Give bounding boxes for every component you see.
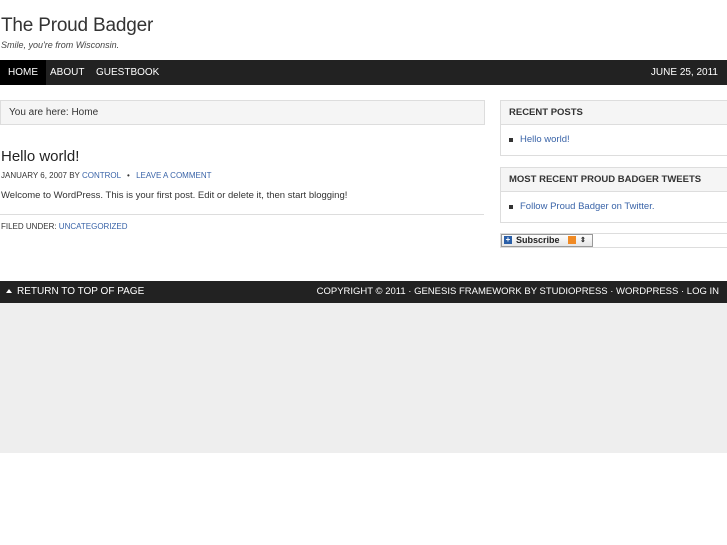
nav-item-home[interactable]: HOME: [0, 60, 46, 85]
post-author-link[interactable]: CONTROL: [82, 171, 121, 180]
post-meta: JANUARY 6, 2007 BY CONTROL • LEAVE A COM…: [1, 171, 212, 180]
bullet-square-icon: [509, 205, 513, 209]
recent-posts-widget: RECENT POSTS Hello world!: [500, 100, 727, 156]
tweets-title: MOST RECENT PROUD BADGER TWEETS: [501, 168, 727, 192]
subscribe-button[interactable]: + Subscribe ⇕: [501, 234, 593, 247]
subscribe-label: Subscribe: [516, 235, 560, 245]
page-bottom-background: [0, 303, 727, 453]
filed-under-label: FILED UNDER:: [1, 222, 57, 231]
nav-item-guestbook[interactable]: GUESTBOOK: [88, 60, 167, 85]
site-header: The Proud Badger Smile, you're from Wisc…: [0, 0, 727, 60]
plus-icon: +: [504, 235, 512, 244]
post-by: BY: [69, 171, 80, 180]
breadcrumb-text: You are here: Home: [9, 107, 99, 118]
primary-nav: HOME ABOUT GUESTBOOK JUNE 25, 2011: [0, 60, 727, 85]
tweets-list: Follow Proud Badger on Twitter.: [501, 201, 727, 213]
footer-copyright: COPYRIGHT © 2011 · GENESIS FRAMEWORK BY …: [316, 286, 719, 297]
rss-icon: [568, 236, 576, 244]
subscribe-widget: + Subscribe ⇕: [500, 233, 727, 248]
site-footer: RETURN TO TOP OF PAGE COPYRIGHT © 2011 ·…: [0, 281, 727, 303]
meta-bullet: •: [127, 171, 130, 180]
list-item: Follow Proud Badger on Twitter.: [501, 201, 727, 213]
site-description: Smile, you're from Wisconsin.: [1, 40, 120, 50]
recent-posts-title: RECENT POSTS: [501, 101, 727, 125]
post-body: Welcome to WordPress. This is your first…: [1, 190, 348, 201]
site-title[interactable]: The Proud Badger: [1, 15, 153, 37]
breadcrumb: You are here: Home: [0, 100, 485, 125]
twitter-follow-link[interactable]: Follow Proud Badger on Twitter.: [520, 201, 654, 212]
up-arrow-icon: [6, 289, 12, 293]
nav-item-about[interactable]: ABOUT: [42, 60, 92, 85]
return-to-top-label: RETURN TO TOP OF PAGE: [17, 286, 145, 297]
return-to-top-link[interactable]: RETURN TO TOP OF PAGE: [6, 281, 144, 303]
nav-date: JUNE 25, 2011: [650, 67, 718, 78]
post-filed-under: FILED UNDER: UNCATEGORIZED: [1, 222, 128, 231]
recent-posts-list: Hello world!: [501, 134, 727, 146]
dropdown-arrows-icon: ⇕: [580, 237, 586, 244]
post-divider: [0, 214, 484, 215]
category-link[interactable]: UNCATEGORIZED: [59, 222, 128, 231]
leave-comment-link[interactable]: LEAVE A COMMENT: [136, 171, 211, 180]
tweets-widget: MOST RECENT PROUD BADGER TWEETS Follow P…: [500, 167, 727, 223]
list-item: Hello world!: [501, 134, 727, 146]
bullet-square-icon: [509, 138, 513, 142]
recent-post-link[interactable]: Hello world!: [520, 134, 570, 145]
post-date: JANUARY 6, 2007: [1, 171, 67, 180]
post-title[interactable]: Hello world!: [1, 148, 79, 165]
